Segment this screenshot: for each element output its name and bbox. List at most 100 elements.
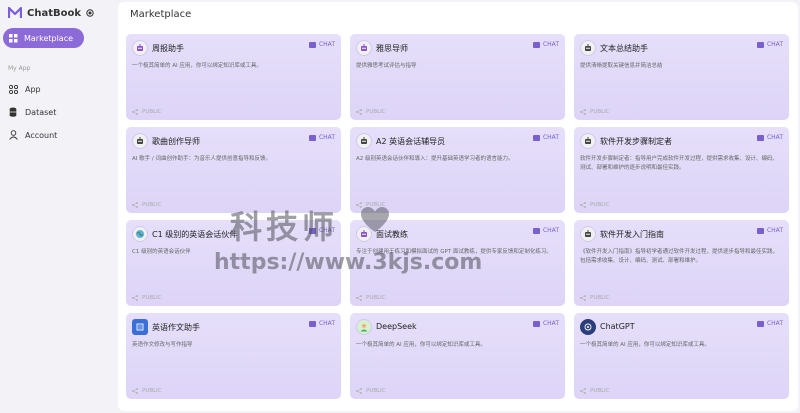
card-description: A2 级别英语会话伙伴和導入：提升基础英语学习者的语言能力。	[356, 156, 514, 162]
sidebar-item-marketplace[interactable]: Marketplace	[3, 28, 84, 48]
chat-button[interactable]: CHAT	[308, 227, 335, 234]
chat-label: CHAT	[318, 227, 335, 234]
chat-label: CHAT	[542, 227, 559, 234]
chat-button[interactable]: CHAT	[532, 227, 559, 234]
share-icon	[356, 109, 362, 115]
database-icon	[8, 107, 18, 117]
chat-button[interactable]: CHAT	[308, 320, 335, 327]
chat-icon	[308, 227, 316, 234]
chat-button[interactable]: CHAT	[308, 134, 335, 141]
card-footer: PUBLIC	[356, 388, 386, 394]
app-card[interactable]: 文本总结助手 CHAT 提供清晰提取关键信息并简洁总结 PUBLIC	[574, 34, 789, 120]
share-icon	[356, 388, 362, 394]
sidebar-item-label: App	[25, 84, 41, 94]
app-card[interactable]: A2 英语会话辅导员 CHAT A2 级别英语会话伙伴和導入：提升基础英语学习者…	[350, 127, 565, 213]
card-description: 软件开发步骤制定者：指导用户完成软件开发过程，提供需求收集、设计、编码、测试、部…	[580, 156, 779, 171]
share-icon	[580, 109, 586, 115]
card-title: C1 级别的英语会话伙伴	[152, 230, 238, 239]
openai-icon	[580, 319, 596, 335]
brand[interactable]: ChatBook	[8, 5, 94, 21]
chat-button[interactable]: CHAT	[756, 227, 783, 234]
robot-icon	[580, 40, 596, 56]
app-card[interactable]: ChatGPT CHAT 一个极其简单的 AI 应用，你可以绑定知识库或工具。 …	[574, 313, 789, 399]
chat-label: CHAT	[318, 134, 335, 141]
chat-label: CHAT	[318, 320, 335, 327]
chat-button[interactable]: CHAT	[532, 320, 559, 327]
sidebar-item-dataset[interactable]: Dataset	[8, 105, 56, 119]
chat-icon	[308, 320, 316, 327]
public-label: PUBLIC	[590, 202, 610, 208]
chat-icon	[532, 227, 540, 234]
public-label: PUBLIC	[590, 109, 610, 115]
card-title: ChatGPT	[600, 322, 635, 331]
main-panel: Marketplace 周报助手 CHAT 一个极其简单的 AI 应用，你可以绑…	[118, 2, 798, 411]
card-description: 一个极其简单的 AI 应用，你可以绑定知识库或工具。	[132, 63, 262, 69]
share-icon	[132, 295, 138, 301]
card-description: 一个极其简单的 AI 应用，你可以绑定知识库或工具。	[356, 342, 486, 348]
robot-icon	[132, 40, 148, 56]
card-description: AI 歌手 / 词曲创作助手：为音乐人提供创意指导和反馈。	[132, 156, 271, 162]
app-card[interactable]: 英语作文助手 CHAT 英语作文修改与写作指导 PUBLIC	[126, 313, 341, 399]
app-card[interactable]: 歌曲创作导师 CHAT AI 歌手 / 词曲创作助手：为音乐人提供创意指导和反馈…	[126, 127, 341, 213]
sidebar-item-app[interactable]: App	[8, 82, 41, 96]
sidebar: ChatBook Marketplace My App App Dataset …	[0, 0, 118, 413]
app-card[interactable]: 软件开发步骤制定者 CHAT 软件开发步骤制定者：指导用户完成软件开发过程，提供…	[574, 127, 789, 213]
sidebar-item-account[interactable]: Account	[8, 128, 57, 142]
card-title: 歌曲创作导师	[152, 137, 200, 146]
card-description: 提供雅思考试评估与指导	[356, 63, 417, 69]
card-footer: PUBLIC	[356, 109, 386, 115]
card-title: 周报助手	[152, 44, 184, 53]
card-footer: PUBLIC	[356, 202, 386, 208]
chat-label: CHAT	[766, 134, 783, 141]
public-label: PUBLIC	[366, 109, 386, 115]
chat-icon	[756, 41, 764, 48]
app-card[interactable]: 雅思导师 CHAT 提供雅思考试评估与指导 PUBLIC	[350, 34, 565, 120]
sidebar-section-label: My App	[8, 65, 31, 72]
card-footer: PUBLIC	[580, 202, 610, 208]
app-card[interactable]: C1 级别的英语会话伙伴 CHAT C1 级别的英语会话伙伴 PUBLIC	[126, 220, 341, 306]
chat-icon	[532, 41, 540, 48]
chat-icon	[308, 41, 316, 48]
card-description: 一个极其简单的 AI 应用，你可以绑定知识库或工具。	[580, 342, 710, 348]
share-icon	[132, 202, 138, 208]
card-title: DeepSeek	[376, 322, 417, 331]
chat-label: CHAT	[766, 320, 783, 327]
robot-icon	[356, 226, 372, 242]
app-card[interactable]: 面试教练 CHAT 专注于创建用于练习和模拟面试的 GPT 面试教练，提供专家反…	[350, 220, 565, 306]
chat-button[interactable]: CHAT	[532, 134, 559, 141]
chat-label: CHAT	[542, 134, 559, 141]
brand-badge-icon	[86, 9, 94, 17]
app-card[interactable]: 周报助手 CHAT 一个极其简单的 AI 应用，你可以绑定知识库或工具。 PUB…	[126, 34, 341, 120]
robot-icon	[356, 133, 372, 149]
share-icon	[132, 109, 138, 115]
chat-button[interactable]: CHAT	[756, 320, 783, 327]
public-label: PUBLIC	[142, 388, 162, 394]
sidebar-item-label: Dataset	[25, 107, 57, 117]
public-label: PUBLIC	[142, 202, 162, 208]
app-name: ChatBook	[27, 7, 81, 19]
book-icon	[132, 319, 148, 335]
chat-button[interactable]: CHAT	[308, 41, 335, 48]
globe-icon	[132, 226, 148, 242]
card-footer: PUBLIC	[132, 202, 162, 208]
share-icon	[580, 295, 586, 301]
chat-button[interactable]: CHAT	[756, 134, 783, 141]
app-card[interactable]: 软件开发入门指南 CHAT 《软件开发入门指南》指导初学者通过软件开发过程，提供…	[574, 220, 789, 306]
chat-icon	[756, 320, 764, 327]
chat-button[interactable]: CHAT	[532, 41, 559, 48]
app-grid-icon	[8, 84, 18, 94]
public-label: PUBLIC	[142, 295, 162, 301]
grid-icon	[9, 33, 18, 42]
chat-label: CHAT	[766, 41, 783, 48]
card-title: 软件开发步骤制定者	[600, 137, 672, 146]
card-title: A2 英语会话辅导员	[376, 137, 446, 146]
chat-label: CHAT	[542, 41, 559, 48]
chat-icon	[308, 134, 316, 141]
app-card[interactable]: DeepSeek CHAT 一个极其简单的 AI 应用，你可以绑定知识库或工具。…	[350, 313, 565, 399]
chat-button[interactable]: CHAT	[756, 41, 783, 48]
chat-icon	[756, 134, 764, 141]
card-description: 专注于创建用于练习和模拟面试的 GPT 面试教练，提供专家反馈和定制化练习。	[356, 249, 552, 255]
share-icon	[580, 388, 586, 394]
card-title: 面试教练	[376, 230, 408, 239]
card-footer: PUBLIC	[580, 295, 610, 301]
